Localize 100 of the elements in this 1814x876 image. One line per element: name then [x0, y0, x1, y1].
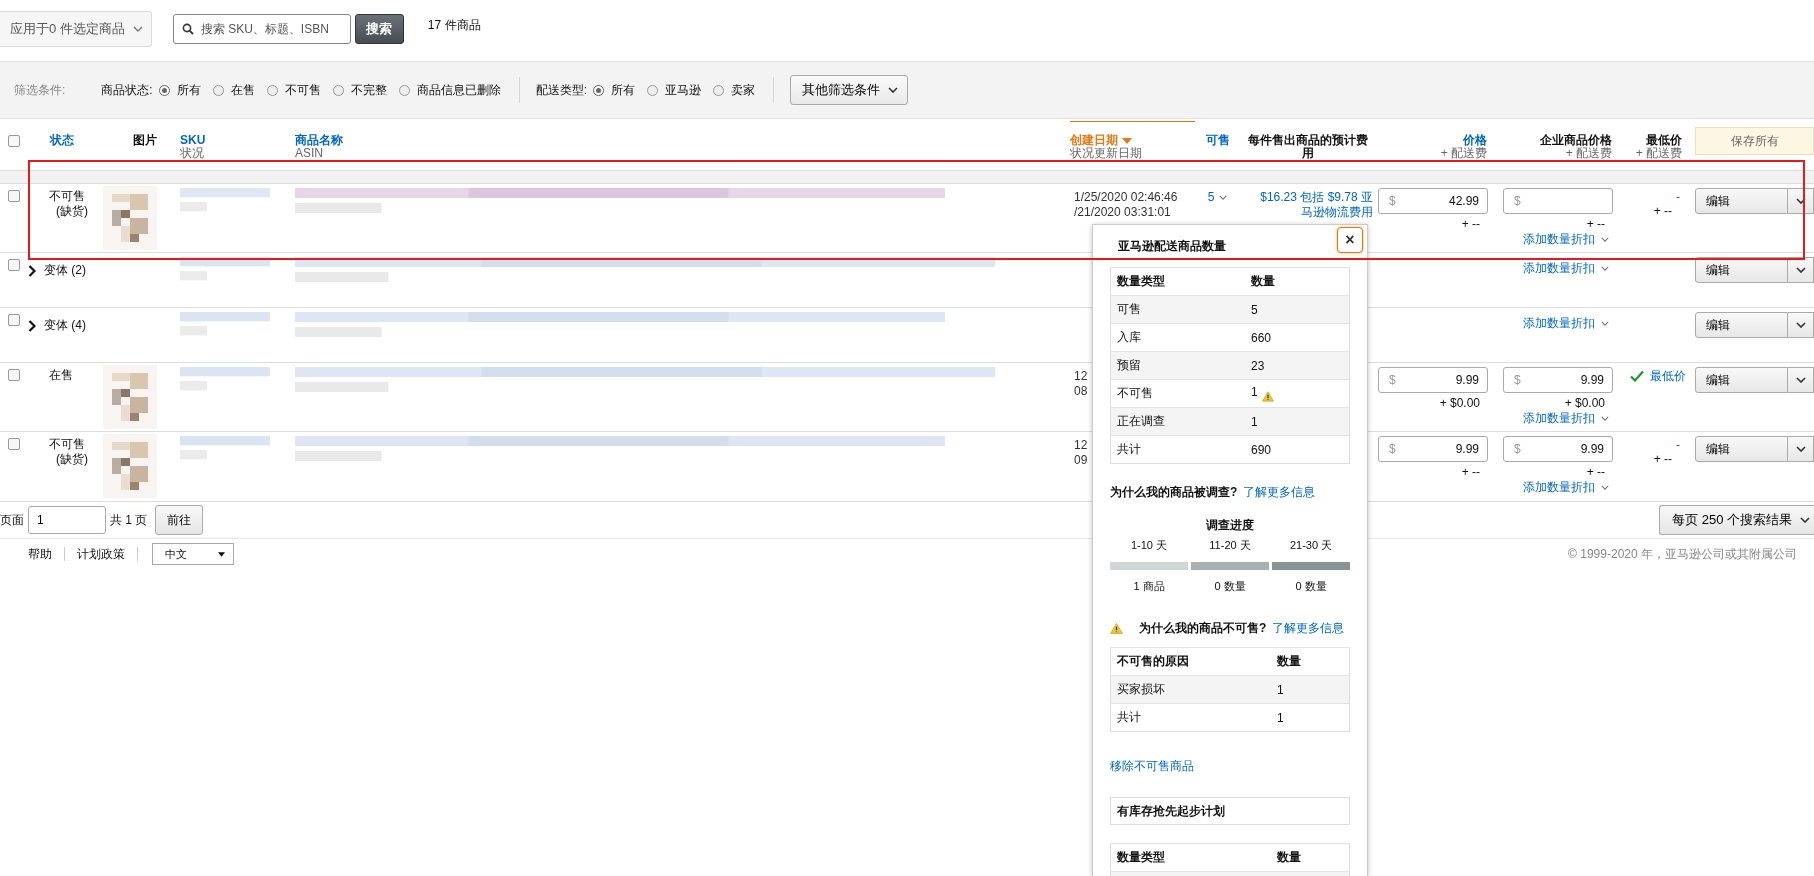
more-actions-button[interactable]	[1788, 188, 1814, 214]
chevron-down-icon	[1795, 198, 1806, 204]
filter-radio[interactable]: 在售	[212, 81, 255, 99]
column-header: 企业商品价格	[1540, 134, 1612, 147]
table-cell: 660	[1251, 330, 1272, 345]
table-cell: 23	[1251, 358, 1265, 373]
chevron-down-icon	[1219, 194, 1228, 200]
per-page-dropdown[interactable]: 每页 250 个搜索结果	[1659, 505, 1814, 535]
column-sort-link[interactable]: 商品名称	[295, 134, 1070, 147]
page-label: 页面	[0, 511, 24, 529]
business-price-field[interactable]: $ 9.99	[1503, 367, 1613, 393]
quantity-discount-link[interactable]: 添加数量折扣	[1523, 232, 1613, 247]
shipping-text: + --	[1461, 465, 1481, 480]
column-subheader: 状况更新日期	[1070, 147, 1143, 160]
price-field[interactable]: $ 42.99	[1378, 188, 1488, 214]
more-actions-button[interactable]	[1788, 367, 1814, 393]
search-field[interactable]: 搜索 SKU、标题、ISBN	[172, 13, 351, 44]
page-field[interactable]: 1	[28, 506, 106, 534]
learn-more-link[interactable]: 了解更多信息	[1243, 484, 1316, 501]
stage-count: 0 数量	[1295, 579, 1327, 594]
filter-radio[interactable]: 所有	[593, 81, 636, 99]
more-actions-button[interactable]	[1788, 436, 1814, 462]
footer-link[interactable]: 计划政策	[77, 545, 125, 563]
business-price-field[interactable]: $ 9.99	[1503, 436, 1613, 462]
quantity-discount-link[interactable]: 添加数量折扣	[1523, 411, 1613, 426]
shipping-text: + --	[1461, 217, 1481, 232]
question-text: 为什么我的商品不可售?	[1139, 620, 1267, 637]
chevron-down-icon	[1795, 267, 1806, 273]
more-actions-button[interactable]	[1788, 312, 1814, 338]
stage-range: 1-10 天	[1130, 538, 1168, 553]
footer-link[interactable]: 帮助	[28, 545, 52, 563]
stage-range: 21-30 天	[1289, 538, 1333, 553]
save-all-button[interactable]: 保存所有	[1695, 127, 1814, 155]
filter-radio[interactable]: 亚马逊	[647, 81, 702, 99]
row-checkbox[interactable]	[8, 369, 20, 381]
edit-button[interactable]: 编辑	[1695, 367, 1789, 393]
bulk-action-dropdown[interactable]: 应用于0 件选定商品	[0, 10, 152, 47]
row-checkbox[interactable]	[8, 190, 20, 202]
variant-toggle[interactable]: 变体 (4)	[28, 318, 86, 333]
quantity-discount-link[interactable]: 添加数量折扣	[1523, 261, 1613, 276]
lowest-price-link[interactable]: -	[1676, 190, 1680, 204]
column-sort-link[interactable]: 状态	[50, 134, 105, 147]
chevron-down-icon	[1601, 416, 1609, 421]
column-header: 图片	[133, 134, 158, 147]
table-cell: 正在调查	[1110, 407, 1245, 436]
price-field[interactable]: $ 9.99	[1378, 367, 1488, 393]
quantity-discount-link[interactable]: 添加数量折扣	[1523, 480, 1613, 495]
search-button[interactable]: 搜索	[354, 13, 404, 44]
row-checkbox[interactable]	[8, 438, 20, 450]
lowest-price-label: 最低价	[1650, 369, 1686, 383]
column-sort-link[interactable]: 可售	[1205, 134, 1230, 147]
edit-button[interactable]: 编辑	[1695, 188, 1789, 214]
column-subheader: + 配送费	[1635, 147, 1682, 160]
more-filters-button[interactable]: 其他筛选条件	[790, 75, 909, 105]
table-cell: 买家损坏	[1110, 675, 1271, 704]
progress-title: 调查进度	[1205, 517, 1255, 534]
available-dropdown[interactable]: 5	[1207, 190, 1228, 204]
copyright-text: © 1999-2020 年，亚马逊公司或其附属公司	[1568, 545, 1798, 563]
chevron-down-icon	[132, 25, 143, 32]
quantity-discount-link[interactable]: 添加数量折扣	[1523, 316, 1613, 331]
table-cell: 预留	[1110, 351, 1245, 380]
created-date: 12	[1074, 438, 1088, 453]
filter-group-label: 商品状态:	[101, 81, 153, 99]
table-cell: 1	[1251, 414, 1258, 429]
column-sort-link[interactable]: 价格	[1463, 134, 1487, 147]
remove-unfulfillable-link[interactable]: 移除不可售商品	[1110, 759, 1194, 773]
edit-button[interactable]: 编辑	[1695, 312, 1789, 338]
edit-button[interactable]: 编辑	[1695, 257, 1789, 283]
variant-toggle[interactable]: 变体 (2)	[28, 263, 86, 278]
row-checkbox[interactable]	[8, 259, 20, 271]
check-icon	[1630, 370, 1644, 382]
language-select[interactable]: 中文	[152, 543, 234, 565]
updated-date: 09	[1074, 453, 1088, 468]
table-cell: 690	[1251, 442, 1272, 457]
chevron-down-icon	[1601, 321, 1609, 326]
status-text: 不可售	[48, 437, 85, 452]
shipping-text: + $0.00	[1564, 396, 1606, 411]
filter-radio[interactable]: 不完整	[332, 81, 387, 99]
shipping-text: + --	[1653, 204, 1673, 218]
filter-radio[interactable]: 商品信息已删除	[398, 81, 501, 99]
chevron-down-icon	[1601, 237, 1609, 242]
learn-more-link[interactable]: 了解更多信息	[1272, 620, 1345, 637]
close-button[interactable]: ×	[1337, 227, 1363, 253]
popup-title: 亚马逊配送商品数量	[1118, 237, 1226, 255]
status-text: 在售	[48, 368, 73, 383]
filter-radio[interactable]: 所有	[158, 81, 201, 99]
question-text: 为什么我的商品被调查?	[1110, 484, 1238, 501]
column-sort-link[interactable]: SKU	[180, 134, 295, 147]
stage-count: 0 数量	[1214, 579, 1246, 594]
more-actions-button[interactable]	[1788, 257, 1814, 283]
filter-radio[interactable]: 不可售	[266, 81, 321, 99]
lowest-price-link[interactable]: -	[1676, 438, 1680, 452]
column-subheader: 状况	[180, 147, 205, 160]
price-field[interactable]: $ 9.99	[1378, 436, 1488, 462]
select-all-checkbox[interactable]	[8, 135, 20, 147]
fee-link[interactable]: $16.23 包括 $9.78 亚马逊物流费用	[1250, 190, 1373, 220]
edit-button[interactable]: 编辑	[1695, 436, 1789, 462]
row-checkbox[interactable]	[8, 314, 20, 326]
go-button[interactable]: 前往	[155, 505, 204, 535]
filter-radio[interactable]: 卖家	[713, 81, 756, 99]
